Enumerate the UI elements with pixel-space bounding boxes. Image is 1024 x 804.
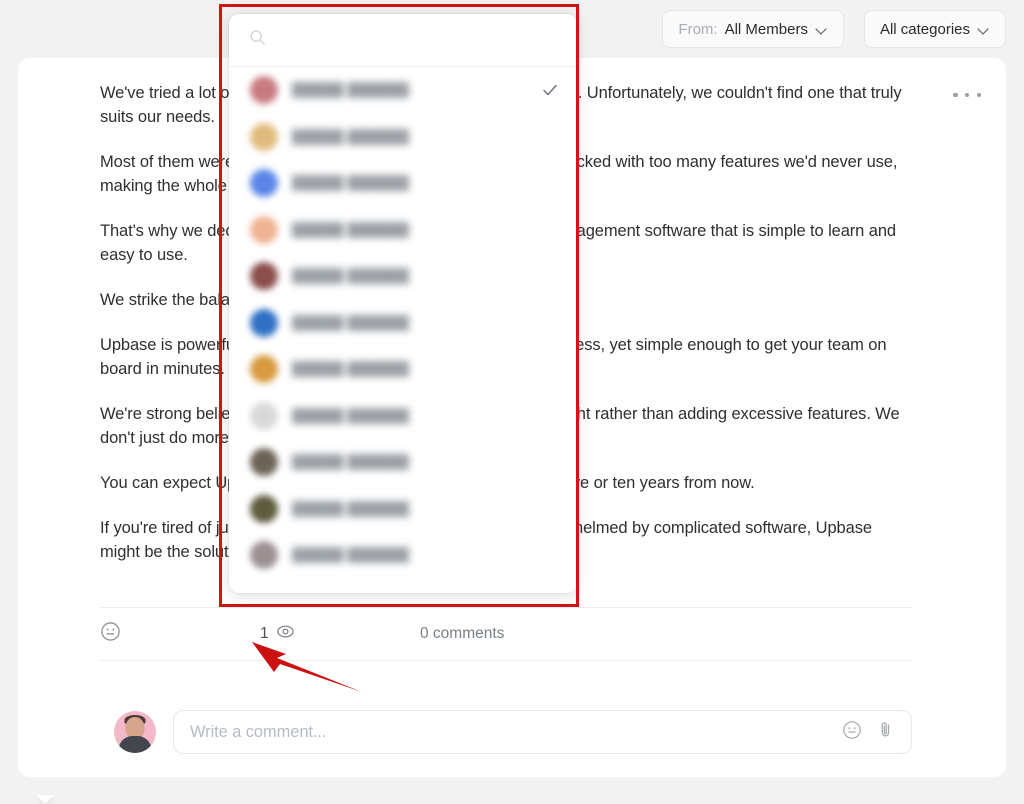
from-filter-label: From: xyxy=(678,20,718,38)
from-filter-value: All Members xyxy=(724,20,808,38)
member-list-item[interactable]: █████ ██████ xyxy=(229,114,577,161)
view-count-value: 1 xyxy=(260,625,269,642)
comment-input-wrapper[interactable]: Write a comment... xyxy=(173,710,912,754)
member-name: █████ ██████ xyxy=(292,221,410,238)
dropdown-pointer-tail xyxy=(36,795,54,804)
comment-composer: Write a comment... xyxy=(114,710,912,754)
paperclip-icon[interactable] xyxy=(876,720,895,744)
member-name: █████ ██████ xyxy=(292,361,410,378)
member-avatar xyxy=(250,401,278,430)
avatar xyxy=(114,711,156,753)
add-reaction-button[interactable] xyxy=(100,621,260,647)
check-icon xyxy=(543,85,557,96)
member-avatar xyxy=(250,76,278,105)
member-name: █████ ██████ xyxy=(292,454,410,471)
member-list-item[interactable]: █████ ██████ xyxy=(229,439,577,486)
member-name: █████ ██████ xyxy=(292,175,410,192)
member-name: █████ ██████ xyxy=(292,128,410,145)
eye-icon xyxy=(276,622,295,646)
dropdown-search-row[interactable] xyxy=(229,14,577,67)
category-filter-value: All categories xyxy=(879,20,970,38)
member-name: █████ ██████ xyxy=(292,547,410,564)
member-name: █████ ██████ xyxy=(292,314,410,331)
chevron-down-icon xyxy=(817,24,828,35)
member-avatar xyxy=(250,169,278,198)
view-count[interactable]: 1 xyxy=(260,622,420,646)
search-icon xyxy=(249,29,266,51)
member-filter-dropdown[interactable]: █████ ██████ █████ ██████ █████ ██████ ████… xyxy=(229,14,577,593)
member-avatar xyxy=(250,494,278,523)
member-list-item[interactable]: █████ ██████ xyxy=(229,67,577,114)
member-name: █████ ██████ xyxy=(292,407,410,424)
search-input[interactable] xyxy=(278,30,557,50)
member-avatar xyxy=(250,308,278,337)
member-list-item[interactable]: █████ ██████ xyxy=(229,486,577,533)
member-list-item[interactable]: █████ ██████ xyxy=(229,207,577,254)
member-avatar xyxy=(250,448,278,477)
post-options-button[interactable] xyxy=(950,82,984,108)
member-list-item[interactable]: █████ ██████ xyxy=(229,160,577,207)
member-name: █████ ██████ xyxy=(292,82,410,99)
ellipsis-dot xyxy=(964,92,970,98)
smiley-face-icon[interactable] xyxy=(842,720,862,745)
member-list-item[interactable]: █████ ██████ xyxy=(229,393,577,440)
ellipsis-dot xyxy=(953,92,958,98)
member-name: █████ ██████ xyxy=(292,500,410,517)
member-name: █████ ██████ xyxy=(292,268,410,285)
member-list-item[interactable]: █████ ██████ xyxy=(229,532,577,579)
from-members-filter-button[interactable]: From: All Members xyxy=(662,10,844,48)
member-list-item[interactable]: █████ ██████ xyxy=(229,253,577,300)
member-list-item[interactable]: █████ ██████ xyxy=(229,300,577,347)
comment-count-label[interactable]: 0 comments xyxy=(420,625,504,643)
chevron-down-icon xyxy=(979,24,990,35)
all-categories-filter-button[interactable]: All categories xyxy=(863,10,1006,48)
member-avatar xyxy=(250,355,278,384)
member-avatar xyxy=(250,215,278,244)
composer-actions xyxy=(842,720,895,745)
smiley-face-icon xyxy=(100,621,121,647)
member-avatar xyxy=(250,262,278,291)
member-list[interactable]: █████ ██████ █████ ██████ █████ ██████ ████… xyxy=(229,67,577,593)
ellipsis-dot xyxy=(976,92,981,98)
member-avatar xyxy=(250,541,278,570)
comment-input-placeholder: Write a comment... xyxy=(190,722,327,741)
member-avatar xyxy=(250,122,278,151)
member-list-item[interactable]: █████ ██████ xyxy=(229,346,577,393)
avatar-shoulders xyxy=(118,736,152,753)
post-meta-row: 1 0 comments xyxy=(100,607,912,661)
